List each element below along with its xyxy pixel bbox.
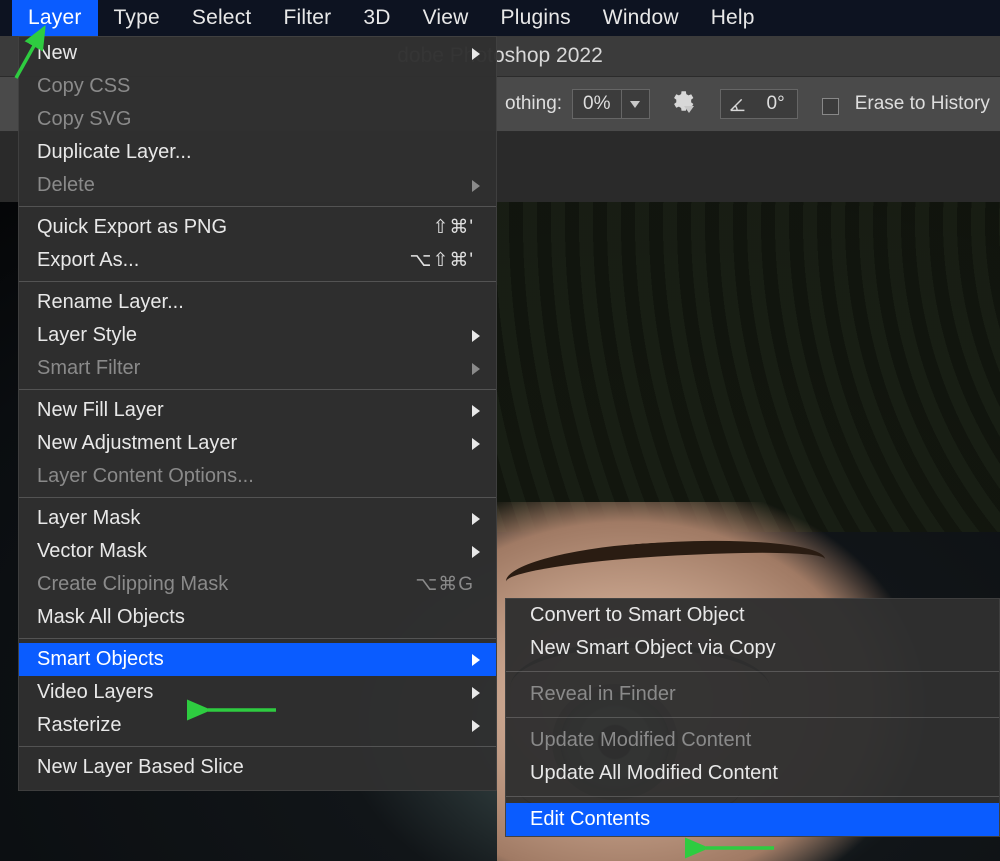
menu-item-label: Smart Filter	[37, 357, 474, 380]
menubar-plugins[interactable]: Plugins	[485, 0, 587, 36]
submenu-item-convert-to-smart-object[interactable]: Convert to Smart Object	[506, 599, 999, 632]
menu-item-label: Vector Mask	[37, 540, 474, 563]
submenu-item-label: New Smart Object via Copy	[530, 637, 776, 660]
menubar-type[interactable]: Type	[98, 0, 176, 36]
menu-item-duplicate-layer[interactable]: Duplicate Layer...	[19, 136, 496, 169]
submenu-item-label: Convert to Smart Object	[530, 604, 745, 627]
menu-item-copy-css: Copy CSS	[19, 70, 496, 103]
menu-item-label: Mask All Objects	[37, 606, 474, 629]
chevron-down-icon	[630, 101, 640, 108]
erase-history-label: Erase to History	[855, 93, 990, 115]
separator	[19, 497, 496, 498]
menu-item-delete: Delete	[19, 169, 496, 202]
separator	[19, 638, 496, 639]
menu-item-label: Rasterize	[37, 714, 474, 737]
submenu-item-reveal-in-finder: Reveal in Finder	[506, 678, 999, 711]
menu-item-smart-objects[interactable]: Smart Objects	[19, 643, 496, 676]
menu-item-label: Delete	[37, 174, 474, 197]
menubar-filter[interactable]: Filter	[267, 0, 347, 36]
separator	[19, 281, 496, 282]
submenu-item-new-smart-object-via-copy[interactable]: New Smart Object via Copy	[506, 632, 999, 665]
menubar-help[interactable]: Help	[695, 0, 771, 36]
angle-input[interactable]: 0°	[720, 89, 798, 119]
menu-item-rasterize[interactable]: Rasterize	[19, 709, 496, 742]
gear-icon[interactable]	[668, 88, 694, 120]
menu-item-label: Video Layers	[37, 681, 474, 704]
submenu-item-label: Edit Contents	[530, 808, 650, 831]
submenu-item-label: Update All Modified Content	[530, 762, 778, 785]
menu-item-label: Layer Content Options...	[37, 465, 474, 488]
menu-item-label: Create Clipping Mask	[37, 573, 415, 596]
menu-item-shortcut: ⇧⌘'	[432, 216, 474, 239]
menu-item-new-adjustment-layer[interactable]: New Adjustment Layer	[19, 427, 496, 460]
menu-item-label: New Adjustment Layer	[37, 432, 474, 455]
smoothing-label: othing:	[505, 93, 562, 115]
menu-item-rename-layer[interactable]: Rename Layer...	[19, 286, 496, 319]
submenu-item-edit-contents[interactable]: Edit Contents	[506, 803, 999, 836]
smoothing-value: 0%	[573, 93, 620, 115]
menu-item-label: Copy CSS	[37, 75, 474, 98]
menu-item-label: Layer Mask	[37, 507, 474, 530]
menu-item-label: Rename Layer...	[37, 291, 474, 314]
separator	[19, 746, 496, 747]
angle-icon	[721, 93, 755, 115]
menu-item-video-layers[interactable]: Video Layers	[19, 676, 496, 709]
menu-item-label: Quick Export as PNG	[37, 216, 432, 239]
menubar-select[interactable]: Select	[176, 0, 268, 36]
erase-history-checkbox[interactable]	[822, 98, 839, 115]
menu-item-label: Smart Objects	[37, 648, 474, 671]
menubar: LayerTypeSelectFilter3DViewPluginsWindow…	[0, 0, 1000, 36]
submenu-item-label: Update Modified Content	[530, 729, 751, 752]
menu-item-quick-export-as-png[interactable]: Quick Export as PNG⇧⌘'	[19, 211, 496, 244]
angle-value: 0°	[755, 93, 797, 115]
submenu-item-update-modified-content: Update Modified Content	[506, 724, 999, 757]
menu-item-layer-style[interactable]: Layer Style	[19, 319, 496, 352]
separator	[506, 796, 999, 797]
menu-item-label: Copy SVG	[37, 108, 474, 131]
menubar-layer[interactable]: Layer	[12, 0, 98, 36]
menu-item-label: Duplicate Layer...	[37, 141, 474, 164]
separator	[506, 671, 999, 672]
menu-item-export-as[interactable]: Export As...⌥⇧⌘'	[19, 244, 496, 277]
menu-item-layer-content-options: Layer Content Options...	[19, 460, 496, 493]
menubar-3d[interactable]: 3D	[347, 0, 406, 36]
separator	[19, 206, 496, 207]
separator	[506, 717, 999, 718]
layer-menu: New Copy CSS Copy SVG Duplicate Layer... Del…	[18, 36, 497, 791]
menu-item-new-fill-layer[interactable]: New Fill Layer	[19, 394, 496, 427]
menu-item-vector-mask[interactable]: Vector Mask	[19, 535, 496, 568]
submenu-item-update-all-modified-content[interactable]: Update All Modified Content	[506, 757, 999, 790]
smoothing-dropdown-button[interactable]	[621, 90, 649, 118]
menu-item-mask-all-objects[interactable]: Mask All Objects	[19, 601, 496, 634]
menu-item-create-clipping-mask: Create Clipping Mask⌥⌘G	[19, 568, 496, 601]
menu-item-new-layer-based-slice[interactable]: New Layer Based Slice	[19, 751, 496, 784]
menu-item-label: Layer Style	[37, 324, 474, 347]
smart-objects-submenu: Convert to Smart Object New Smart Object …	[505, 598, 1000, 837]
submenu-item-label: Reveal in Finder	[530, 683, 676, 706]
menu-item-label: New Fill Layer	[37, 399, 474, 422]
menu-item-new[interactable]: New	[19, 37, 496, 70]
smoothing-dropdown[interactable]: 0%	[572, 89, 649, 119]
menu-item-shortcut: ⌥⇧⌘'	[410, 249, 474, 272]
menu-item-shortcut: ⌥⌘G	[415, 573, 474, 596]
menubar-view[interactable]: View	[407, 0, 485, 36]
menu-item-smart-filter: Smart Filter	[19, 352, 496, 385]
menu-item-label: New Layer Based Slice	[37, 756, 474, 779]
menubar-window[interactable]: Window	[587, 0, 695, 36]
menu-item-label: New	[37, 42, 474, 65]
menu-item-copy-svg: Copy SVG	[19, 103, 496, 136]
menu-item-layer-mask[interactable]: Layer Mask	[19, 502, 496, 535]
menu-item-label: Export As...	[37, 249, 410, 272]
separator	[19, 389, 496, 390]
